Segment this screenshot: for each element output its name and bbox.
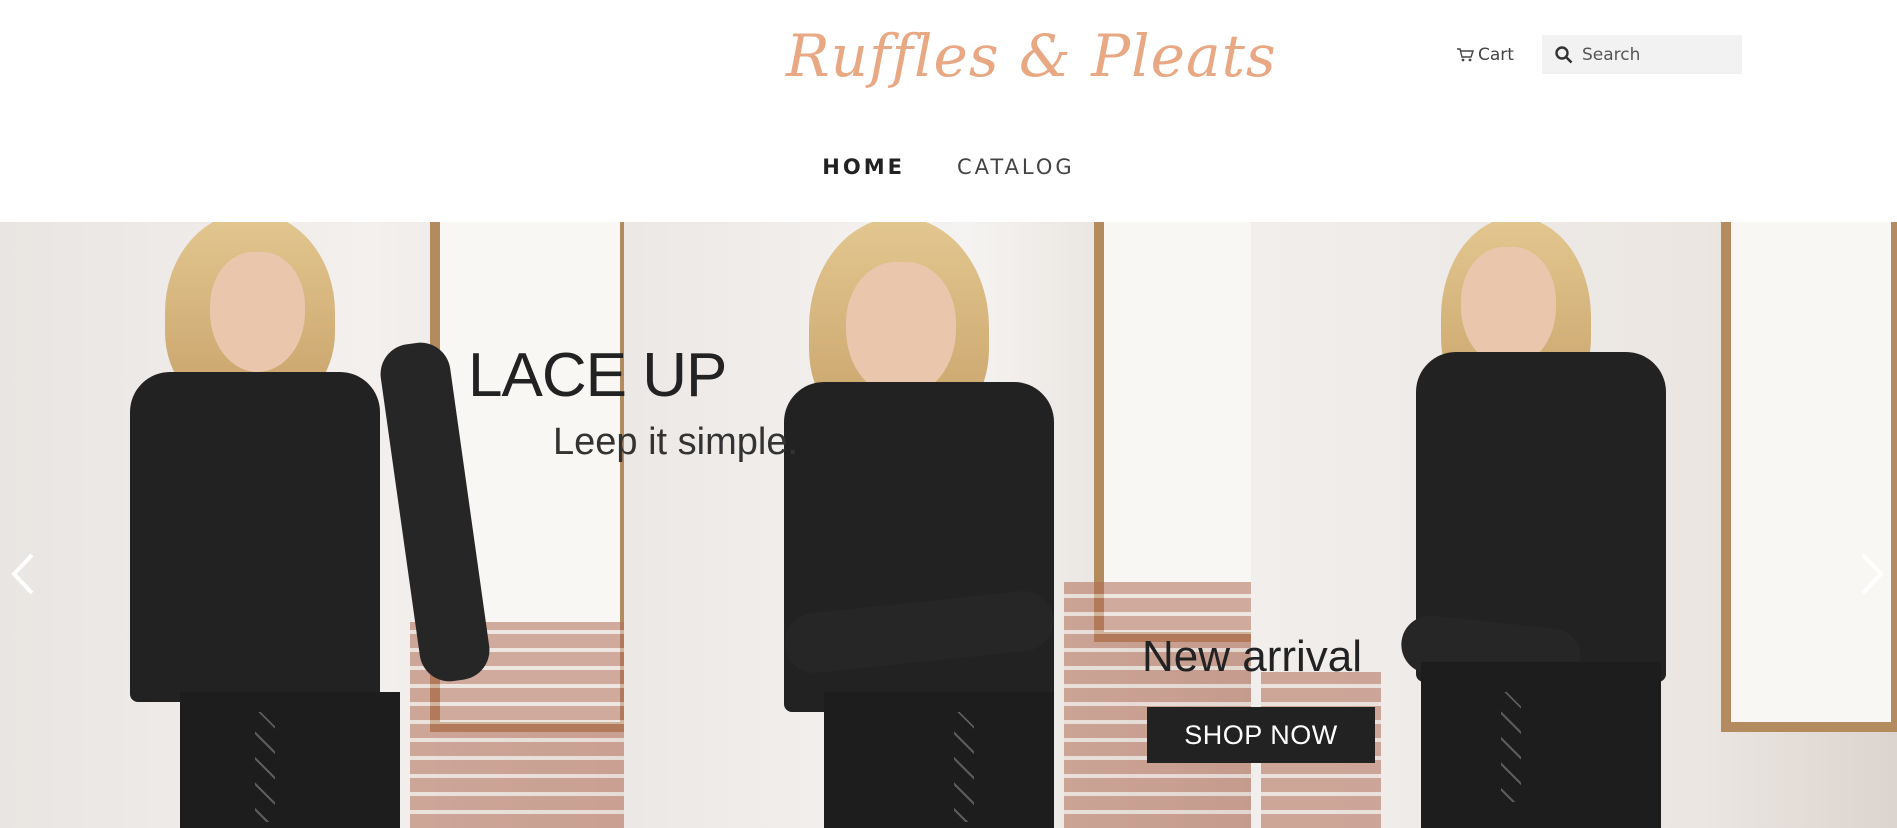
window-frame [1094,222,1251,642]
model-face [846,262,956,397]
search-icon[interactable] [1550,45,1578,64]
nav-item-home[interactable]: HOME [822,155,905,179]
site-logo[interactable]: Ruffles & Pleats [786,22,1277,90]
model-top [130,372,380,702]
search-input[interactable] [1578,44,1736,65]
cart-icon [1457,48,1474,62]
model-skirt [1421,662,1661,828]
hero-slideshow: LACE UP Leep it simple. New arrival SHOP… [0,222,1897,828]
cart-label: Cart [1478,45,1514,65]
lace-detail [255,712,275,822]
model-skirt [824,692,1054,828]
hero-title: LACE UP [468,341,727,410]
chevron-right-icon [1861,553,1884,595]
hero-subtitle: Leep it simple. [553,421,799,463]
chevron-left-icon [11,553,34,595]
nav-item-catalog[interactable]: CATALOG [957,155,1075,179]
lace-detail [954,712,974,822]
site-header: Ruffles & Pleats Cart HOME CATALOG [0,0,1897,222]
shop-now-button[interactable]: SHOP NOW [1147,707,1375,763]
slideshow-next-button[interactable] [1853,549,1889,599]
window-frame [1721,222,1897,732]
model-face [210,252,305,372]
brick-wall [1064,582,1251,828]
lace-detail [1501,692,1521,802]
promo-title: New arrival [1142,632,1363,681]
model-face [1461,247,1556,367]
hero-image-left [0,222,624,828]
search-box[interactable] [1542,35,1742,74]
main-nav: HOME CATALOG [0,155,1897,179]
model-skirt [180,692,400,828]
slideshow-prev-button[interactable] [6,549,42,599]
cart-link[interactable]: Cart [1456,45,1514,65]
